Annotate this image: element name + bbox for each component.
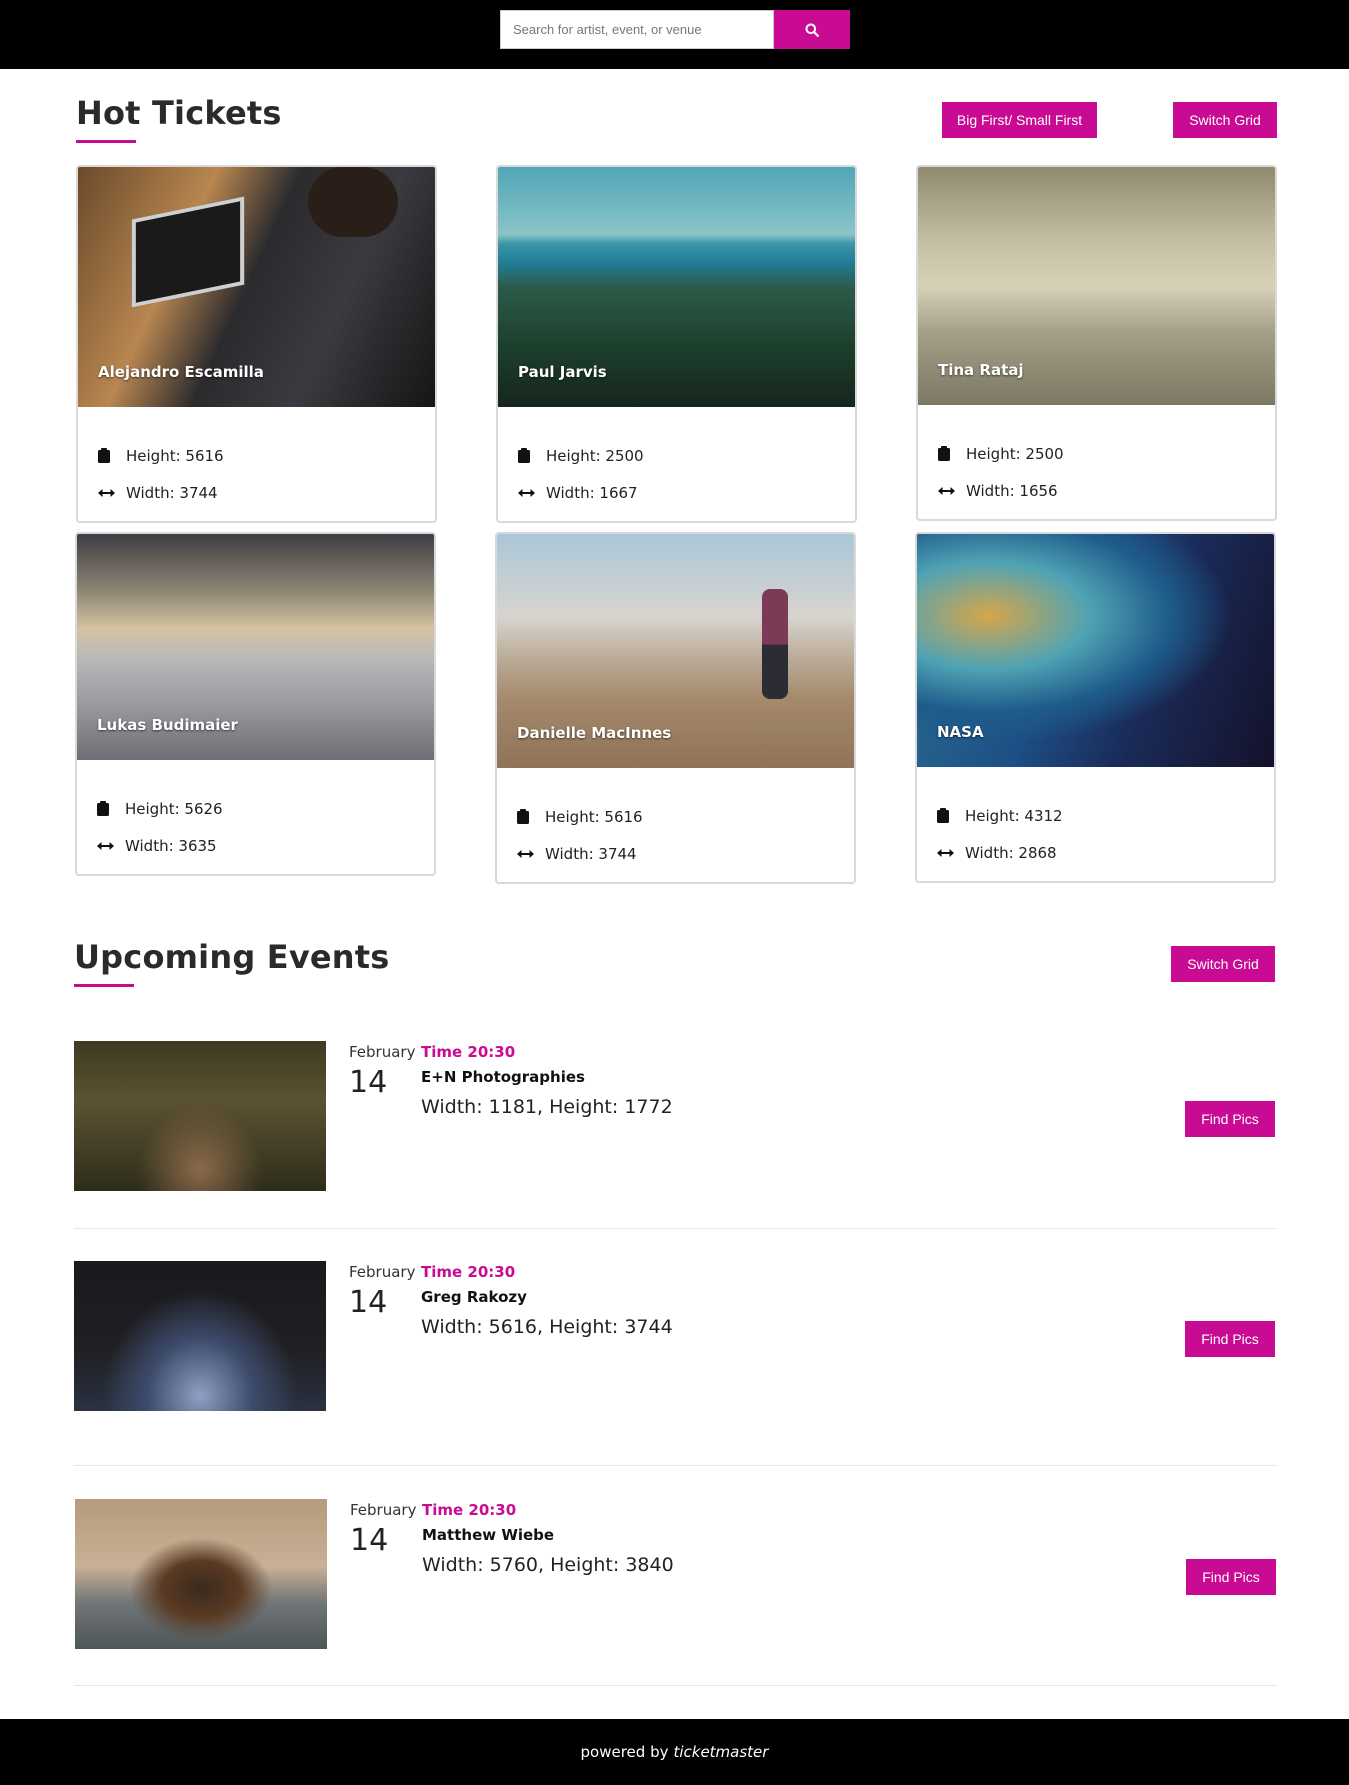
width-stat: Width: 2868: [937, 834, 1254, 871]
height-value: Height: 5616: [126, 446, 224, 465]
height-value: Height: 2500: [546, 446, 644, 465]
event-dimensions: Width: 1181, Height: 1772: [421, 1096, 673, 1118]
footer-brand[interactable]: ticketmaster: [673, 1743, 768, 1761]
hot-tickets-title: Hot Tickets: [76, 94, 282, 132]
width-stat: Width: 1656: [938, 472, 1255, 509]
card-photo: Lukas Budimaier: [77, 534, 434, 760]
upcoming-events-title: Upcoming Events: [74, 938, 390, 976]
clipboard-icon: [98, 448, 122, 463]
divider: [74, 1228, 1277, 1229]
search-button[interactable]: [774, 10, 850, 49]
arrows-horizontal-icon: [938, 486, 962, 496]
height-stat: Height: 5616: [98, 437, 415, 474]
event-time: Time 20:30: [422, 1501, 517, 1519]
event-name: Greg Rakozy: [421, 1288, 527, 1306]
clipboard-icon: [938, 446, 962, 461]
image-card[interactable]: Danielle MacInnes Height: 5616 Width: 37…: [495, 532, 856, 884]
arrows-horizontal-icon: [98, 488, 122, 498]
search-input[interactable]: [500, 10, 774, 49]
height-stat: Height: 2500: [938, 435, 1255, 472]
card-photo: Paul Jarvis: [498, 167, 855, 407]
event-time: Time 20:30: [421, 1263, 516, 1281]
card-author: Lukas Budimaier: [97, 716, 238, 734]
card-photo: NASA: [917, 534, 1274, 767]
event-thumbnail: [74, 1041, 326, 1191]
arrows-horizontal-icon: [97, 841, 121, 851]
footer-prefix: powered by: [580, 1743, 669, 1761]
divider: [74, 1685, 1277, 1686]
height-stat: Height: 5616: [517, 798, 834, 835]
event-dimensions: Width: 5616, Height: 3744: [421, 1316, 673, 1338]
image-card[interactable]: Alejandro Escamilla Height: 5616 Width: …: [76, 165, 437, 523]
switch-grid-button[interactable]: Switch Grid: [1171, 946, 1275, 982]
clipboard-icon: [517, 809, 541, 824]
image-card[interactable]: Lukas Budimaier Height: 5626 Width: 3635: [75, 532, 436, 876]
width-value: Width: 3635: [125, 836, 217, 855]
event-time: Time 20:30: [421, 1043, 516, 1061]
event-month: February: [349, 1263, 416, 1281]
width-stat: Width: 3744: [98, 474, 415, 511]
event-name: E+N Photographies: [421, 1068, 585, 1086]
event-day: 14: [349, 1065, 388, 1100]
width-stat: Width: 1667: [518, 474, 835, 511]
find-pics-button[interactable]: Find Pics: [1185, 1321, 1275, 1357]
card-photo: Alejandro Escamilla: [78, 167, 435, 407]
arrows-horizontal-icon: [518, 488, 542, 498]
event-row: February 14 Time 20:30 Greg Rakozy Width…: [74, 1261, 1277, 1411]
width-stat: Width: 3635: [97, 827, 414, 864]
switch-grid-button[interactable]: Switch Grid: [1173, 102, 1277, 138]
title-underline: [76, 140, 136, 143]
event-day: 14: [349, 1285, 388, 1320]
event-thumbnail: [74, 1261, 326, 1411]
card-photo: Tina Rataj: [918, 167, 1275, 405]
height-value: Height: 5616: [545, 807, 643, 826]
title-underline: [74, 984, 134, 987]
arrows-horizontal-icon: [937, 848, 961, 858]
width-value: Width: 3744: [545, 844, 637, 863]
card-author: Danielle MacInnes: [517, 724, 672, 742]
width-stat: Width: 3744: [517, 835, 834, 872]
height-stat: Height: 4312: [937, 797, 1254, 834]
footer: powered by ticketmaster: [0, 1719, 1349, 1785]
height-stat: Height: 2500: [518, 437, 835, 474]
clipboard-icon: [937, 808, 961, 823]
event-name: Matthew Wiebe: [422, 1526, 555, 1544]
width-value: Width: 2868: [965, 843, 1057, 862]
event-row: February 14 Time 20:30 Matthew Wiebe Wid…: [74, 1499, 1277, 1649]
width-value: Width: 3744: [126, 483, 218, 502]
clipboard-icon: [518, 448, 542, 463]
divider: [74, 1465, 1277, 1466]
event-month: February: [349, 1043, 416, 1061]
clipboard-icon: [97, 801, 121, 816]
height-value: Height: 5626: [125, 799, 223, 818]
find-pics-button[interactable]: Find Pics: [1185, 1101, 1275, 1137]
event-month: February: [350, 1501, 417, 1519]
height-value: Height: 2500: [966, 444, 1064, 463]
card-photo: Danielle MacInnes: [497, 534, 854, 768]
search-icon: [805, 23, 819, 37]
card-author: NASA: [937, 723, 984, 741]
find-pics-button[interactable]: Find Pics: [1186, 1559, 1276, 1595]
height-value: Height: 4312: [965, 806, 1063, 825]
image-card[interactable]: Tina Rataj Height: 2500 Width: 1656: [916, 165, 1277, 521]
event-day: 14: [350, 1523, 389, 1558]
width-value: Width: 1667: [546, 483, 638, 502]
arrows-horizontal-icon: [517, 849, 541, 859]
width-value: Width: 1656: [966, 481, 1058, 500]
image-card[interactable]: NASA Height: 4312 Width: 2868: [915, 532, 1276, 883]
height-stat: Height: 5626: [97, 790, 414, 827]
event-dimensions: Width: 5760, Height: 3840: [422, 1554, 674, 1576]
card-author: Tina Rataj: [938, 361, 1024, 379]
sort-size-button[interactable]: Big First/ Small First: [942, 102, 1097, 138]
search-bar: [500, 10, 850, 49]
image-card[interactable]: Paul Jarvis Height: 2500 Width: 1667: [496, 165, 857, 523]
top-navbar: [0, 0, 1349, 69]
event-row: February 14 Time 20:30 E+N Photographies…: [74, 1041, 1277, 1191]
card-author: Paul Jarvis: [518, 363, 607, 381]
event-thumbnail: [75, 1499, 327, 1649]
card-author: Alejandro Escamilla: [98, 363, 264, 381]
